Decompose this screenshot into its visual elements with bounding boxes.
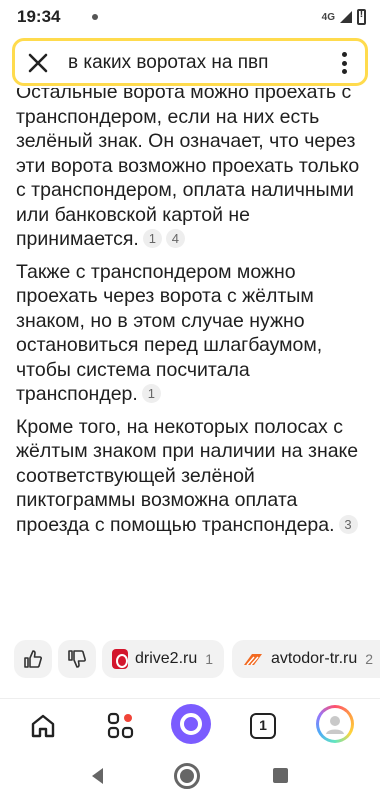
answer-paragraph: Также с транспондером можно проехать чер… xyxy=(16,260,368,407)
back-icon[interactable] xyxy=(88,766,108,786)
status-icons: 4G xyxy=(321,8,366,25)
profile-avatar[interactable] xyxy=(316,705,354,743)
source-chip-avtodor[interactable]: avtodor-tr.ru 2 xyxy=(232,640,380,678)
battery-alert-icon xyxy=(357,8,366,25)
source-count: 1 xyxy=(205,651,214,667)
network-type-label: 4G xyxy=(321,11,335,23)
paragraph-text: Остальные ворота можно проехать с трансп… xyxy=(16,88,360,250)
recents-icon[interactable] xyxy=(273,768,288,783)
bottom-navigation: 1 xyxy=(0,698,380,750)
tabs-button[interactable]: 1 xyxy=(246,709,280,743)
feedback-row: drive2.ru 1 avtodor-tr.ru 2 xyxy=(14,640,380,680)
status-time: 19:34 xyxy=(17,7,61,26)
answer-paragraph: Остальные ворота можно проехать с трансп… xyxy=(16,88,368,252)
search-bar[interactable]: в каких воротах на пвп xyxy=(12,38,368,86)
avatar xyxy=(319,708,351,740)
avtodor-logo xyxy=(244,654,262,666)
user-icon xyxy=(326,716,344,734)
search-query-text[interactable]: в каких воротах на пвп xyxy=(68,52,328,74)
services-button[interactable] xyxy=(104,709,138,743)
citation-badge[interactable]: 4 xyxy=(165,229,185,248)
signal-icon xyxy=(340,11,352,23)
home-icon xyxy=(31,714,55,738)
services-icon xyxy=(107,712,134,739)
close-icon[interactable] xyxy=(25,50,51,76)
answer-content: Остальные ворота можно проехать с трансп… xyxy=(16,88,368,628)
system-navigation xyxy=(0,752,380,800)
thumbs-down-icon xyxy=(68,650,86,668)
source-chip-drive2[interactable]: drive2.ru 1 xyxy=(102,640,224,678)
dislike-button[interactable] xyxy=(58,640,96,678)
notification-dot-icon xyxy=(92,14,98,20)
home-circle-icon[interactable] xyxy=(174,763,200,789)
source-label: avtodor-tr.ru xyxy=(271,650,358,667)
like-button[interactable] xyxy=(14,640,52,678)
thumbs-up-icon xyxy=(24,650,42,668)
drive2-logo xyxy=(112,649,128,669)
home-button[interactable] xyxy=(26,709,60,743)
paragraph-text: Кроме того, на некоторых полосах с жёлты… xyxy=(16,415,359,536)
tabs-count: 1 xyxy=(250,713,276,739)
source-count: 2 xyxy=(365,651,374,667)
alice-button[interactable] xyxy=(171,704,211,744)
status-bar: 19:34 4G xyxy=(0,0,380,34)
source-label: drive2.ru xyxy=(135,650,198,667)
citation-badge[interactable]: 1 xyxy=(142,229,162,248)
more-vertical-icon[interactable] xyxy=(333,50,355,76)
alice-icon xyxy=(180,713,202,735)
paragraph-text: Также с транспондером можно проехать чер… xyxy=(16,260,323,406)
citation-badge[interactable]: 3 xyxy=(338,514,358,534)
citation-badge[interactable]: 1 xyxy=(141,384,161,403)
answer-paragraph: Кроме того, на некоторых полосах с жёлты… xyxy=(16,415,368,538)
